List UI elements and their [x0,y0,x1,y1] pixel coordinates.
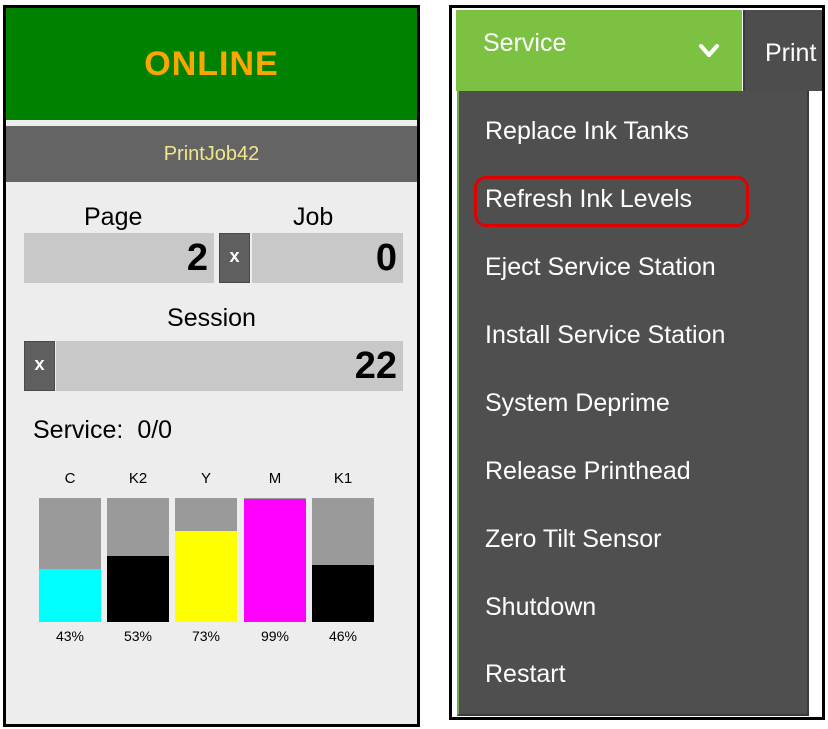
print-tab-label: Print [765,39,817,67]
status-text: ONLINE [144,44,279,83]
ink-label-k1: K1 [333,470,353,487]
session-reset-label: x [34,356,45,376]
print-tab[interactable]: Print [743,10,822,91]
menu-item-shutdown[interactable]: Shutdown [485,593,596,622]
ink-fill-k2 [107,556,169,622]
ink-percent-m: 99% [260,628,290,644]
job-reset-label: x [229,248,240,268]
session-reset-button[interactable]: x [24,341,55,391]
page-counter: 2 [24,233,214,283]
job-name: PrintJob42 [163,142,260,165]
menu-item-zero-tilt-sensor[interactable]: Zero Tilt Sensor [485,525,661,554]
ink-fill-y [175,531,237,622]
menu-top-bar: Service Print [452,8,822,91]
job-counter-value: 0 [375,237,397,279]
ink-tank-y [175,498,237,622]
job-reset-button[interactable]: x [219,233,250,283]
session-label: Session [167,304,256,332]
job-label: Job [293,203,334,231]
menu-item-eject-service-station[interactable]: Eject Service Station [485,253,716,282]
page-counter-value: 2 [186,237,208,279]
ink-fill-k1 [312,564,374,622]
ink-label-y: Y [200,470,211,487]
ink-tank-k1 [312,498,374,622]
service-dropdown[interactable]: Service [456,10,742,91]
page-label: Page [84,203,143,231]
service-count: Service: 0/0 [33,416,172,445]
job-name-bar: PrintJob42 [6,126,417,182]
service-menu-list: Replace Ink Tanks Refresh Ink Levels Eject… [457,91,809,716]
menu-item-replace-ink-tanks[interactable]: Replace Ink Tanks [485,117,689,146]
session-counter: 22 [56,341,403,391]
menu-item-restart[interactable]: Restart [485,660,566,689]
ink-tank-c [39,498,101,622]
chevron-down-icon [696,38,722,64]
ink-percent-c: 43% [55,628,85,644]
menu-item-install-service-station[interactable]: Install Service Station [485,321,725,350]
menu-item-refresh-ink-levels[interactable]: Refresh Ink Levels [485,185,692,214]
ink-fill-m [244,499,306,622]
service-dropdown-label: Service [483,29,567,57]
ink-percent-k2: 53% [123,628,153,644]
menu-item-release-printhead[interactable]: Release Printhead [485,457,691,486]
ink-percent-k1: 46% [328,628,358,644]
ink-label-m: M [268,470,282,487]
job-counter: 0 [252,233,403,283]
session-counter-value: 22 [354,345,397,387]
service-count-label: Service: [33,416,124,444]
ink-percent-y: 73% [191,628,221,644]
ink-label-k2: K2 [128,470,148,487]
status-header: ONLINE [6,8,417,120]
printer-status-panel: ONLINE PrintJob42 Page Job 2 x 0 Session… [3,5,420,727]
service-menu-panel: Service Print Replace Ink Tanks Refresh I… [449,5,825,720]
ink-tank-k2 [107,498,169,622]
ink-label-c: C [64,470,76,487]
ink-fill-c [39,568,101,622]
service-count-value: 0/0 [137,416,173,444]
ink-tank-m [244,498,306,622]
menu-item-system-deprime[interactable]: System Deprime [485,389,670,418]
